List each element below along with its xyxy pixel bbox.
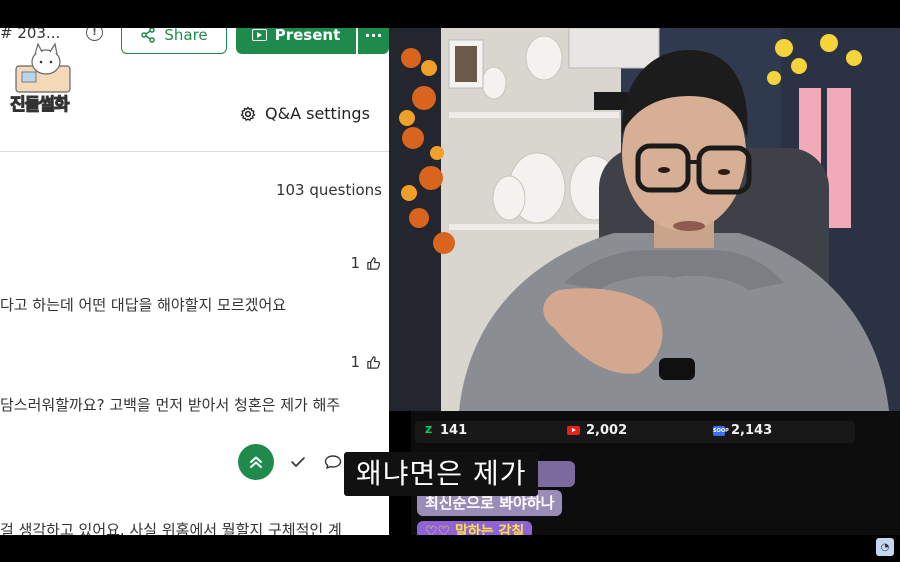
viewer-stats-row: Z 141 2,002 SOOP 2,143 — [415, 421, 855, 443]
check-icon[interactable] — [288, 454, 308, 470]
present-button[interactable]: Present — [236, 28, 356, 54]
chzzk-viewers: Z 141 — [425, 423, 467, 438]
soop-viewers: SOOP 2,143 — [713, 423, 772, 438]
chzzk-icon: Z — [425, 424, 433, 436]
youtube-count: 2,002 — [586, 423, 628, 438]
soop-count: 2,143 — [731, 423, 773, 438]
question-count: 103 questions — [275, 181, 382, 199]
like-count: 1 — [350, 353, 360, 371]
info-icon[interactable]: ! — [86, 28, 103, 41]
thumbs-up-icon — [367, 256, 381, 270]
channel-logo: 진돌썰화 — [8, 40, 88, 116]
share-label: Share — [164, 28, 208, 44]
share-icon — [141, 28, 156, 43]
comment-icon[interactable] — [324, 454, 342, 470]
youtube-viewers: 2,002 — [567, 423, 627, 438]
like-button[interactable]: 1 — [350, 254, 381, 272]
webcam-feed — [389, 28, 900, 411]
question-text: 담스러워할까요? 고백을 먼저 받아서 청혼은 제가 해주 — [0, 396, 341, 414]
question-text: 걸 생각하고 있어요. 사실 위홈에서 뭘할지 구체적인 계 — [0, 521, 342, 535]
like-count: 1 — [350, 254, 360, 272]
webcam-image — [389, 28, 900, 411]
logo-text: 진돌썰화 — [10, 95, 71, 116]
channel-watermark-icon: ◔ — [876, 538, 894, 556]
soop-icon: SOOP — [713, 425, 729, 436]
video-bottom-letterbox — [0, 535, 900, 562]
video-top-letterbox — [0, 0, 900, 28]
header-divider — [0, 151, 389, 152]
question-text: 다고 하는데 어떤 대답을 해야할지 모르겠어요 — [0, 296, 287, 314]
thumbs-up-icon — [367, 355, 381, 369]
double-chevron-up-icon — [250, 456, 262, 468]
scroll-top-button[interactable] — [238, 444, 274, 480]
video-subtitle: 왜냐면은 제가 — [344, 452, 539, 496]
youtube-icon — [567, 426, 580, 435]
chzzk-count: 141 — [440, 423, 468, 438]
gear-icon — [240, 105, 256, 121]
share-button[interactable]: Share — [121, 28, 227, 54]
qa-settings-button[interactable]: Q&A settings — [240, 104, 370, 123]
present-label: Present — [274, 28, 341, 44]
more-options-button[interactable]: ··· — [358, 28, 389, 54]
mascot-icon — [15, 42, 71, 93]
like-button[interactable]: 1 — [350, 353, 381, 371]
present-icon — [251, 29, 267, 41]
qa-settings-label: Q&A settings — [265, 104, 370, 123]
